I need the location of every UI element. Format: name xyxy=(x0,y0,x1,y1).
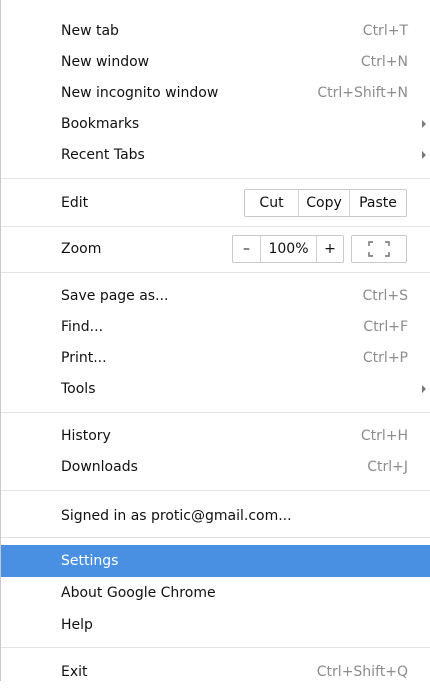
menu-separator xyxy=(1,272,430,273)
zoom-out-button[interactable]: – xyxy=(233,236,261,262)
menu-item-tools[interactable]: Tools xyxy=(1,373,430,405)
cut-button[interactable]: Cut xyxy=(245,190,299,216)
menu-item-shortcut: Ctrl+N xyxy=(360,54,408,70)
zoom-level-display: 100% xyxy=(261,236,317,262)
menu-item-label: Zoom xyxy=(61,241,102,257)
menu-item-exit[interactable]: Exit Ctrl+Shift+Q xyxy=(1,656,430,688)
menu-item-shortcut: Ctrl+Shift+Q xyxy=(316,664,408,680)
menu-item-shortcut: Ctrl+J xyxy=(367,459,408,475)
chrome-menu: New tab Ctrl+T New window Ctrl+N New inc… xyxy=(0,0,430,681)
menu-item-new-window[interactable]: New window Ctrl+N xyxy=(1,46,430,78)
menu-item-label: About Google Chrome xyxy=(61,585,216,601)
menu-item-label: History xyxy=(61,428,111,444)
menu-item-label: Find... xyxy=(61,319,104,335)
menu-item-label: Tools xyxy=(61,381,96,397)
menu-item-bookmarks[interactable]: Bookmarks xyxy=(1,108,430,140)
menu-item-print[interactable]: Print... Ctrl+P xyxy=(1,342,430,374)
menu-item-about[interactable]: About Google Chrome xyxy=(1,577,430,609)
menu-item-save-page-as[interactable]: Save page as... Ctrl+S xyxy=(1,280,430,312)
menu-item-label: Help xyxy=(61,617,93,633)
menu-item-label: Exit xyxy=(61,664,88,680)
menu-item-edit: Edit Cut Copy Paste xyxy=(1,185,430,221)
menu-item-shortcut: Ctrl+F xyxy=(363,319,408,335)
menu-separator xyxy=(1,490,430,491)
menu-item-label: New window xyxy=(61,54,150,70)
menu-item-label: Print... xyxy=(61,350,107,366)
menu-item-label: Downloads xyxy=(61,459,138,475)
copy-button[interactable]: Copy xyxy=(299,190,350,216)
menu-item-new-tab[interactable]: New tab Ctrl+T xyxy=(1,15,430,47)
paste-button[interactable]: Paste xyxy=(350,190,406,216)
menu-item-label: Save page as... xyxy=(61,288,169,304)
submenu-arrow-icon xyxy=(422,151,426,159)
menu-separator xyxy=(1,412,430,413)
menu-item-label: New incognito window xyxy=(61,85,219,101)
menu-item-shortcut: Ctrl+P xyxy=(362,350,408,366)
menu-item-zoom: Zoom – 100% + xyxy=(1,231,430,267)
menu-item-history[interactable]: History Ctrl+H xyxy=(1,420,430,452)
zoom-button-group: – 100% + xyxy=(232,235,344,263)
menu-separator xyxy=(1,647,430,648)
menu-item-label: Bookmarks xyxy=(61,116,140,132)
menu-item-signed-in[interactable]: Signed in as protic@gmail.com... xyxy=(1,500,430,532)
menu-item-help[interactable]: Help xyxy=(1,609,430,641)
menu-item-downloads[interactable]: Downloads Ctrl+J xyxy=(1,451,430,483)
menu-separator xyxy=(1,226,430,227)
edit-button-group: Cut Copy Paste xyxy=(244,189,407,217)
menu-item-recent-tabs[interactable]: Recent Tabs xyxy=(1,139,430,171)
menu-item-shortcut: Ctrl+S xyxy=(362,288,408,304)
menu-item-shortcut: Ctrl+T xyxy=(362,23,408,39)
menu-item-label: New tab xyxy=(61,23,119,39)
menu-item-label: Signed in as protic@gmail.com... xyxy=(61,508,292,524)
menu-item-label: Settings xyxy=(61,553,119,569)
submenu-arrow-icon xyxy=(422,385,426,393)
menu-item-shortcut: Ctrl+H xyxy=(360,428,408,444)
menu-item-label: Recent Tabs xyxy=(61,147,145,163)
menu-item-new-incognito-window[interactable]: New incognito window Ctrl+Shift+N xyxy=(1,77,430,109)
menu-separator xyxy=(1,537,430,538)
menu-item-find[interactable]: Find... Ctrl+F xyxy=(1,311,430,343)
menu-item-label: Edit xyxy=(61,195,89,211)
menu-item-shortcut: Ctrl+Shift+N xyxy=(317,85,408,101)
submenu-arrow-icon xyxy=(422,120,426,128)
fullscreen-button[interactable] xyxy=(351,235,407,263)
menu-separator xyxy=(1,178,430,179)
fullscreen-icon xyxy=(368,241,390,257)
menu-item-settings[interactable]: Settings xyxy=(1,545,430,577)
zoom-in-button[interactable]: + xyxy=(317,236,343,262)
